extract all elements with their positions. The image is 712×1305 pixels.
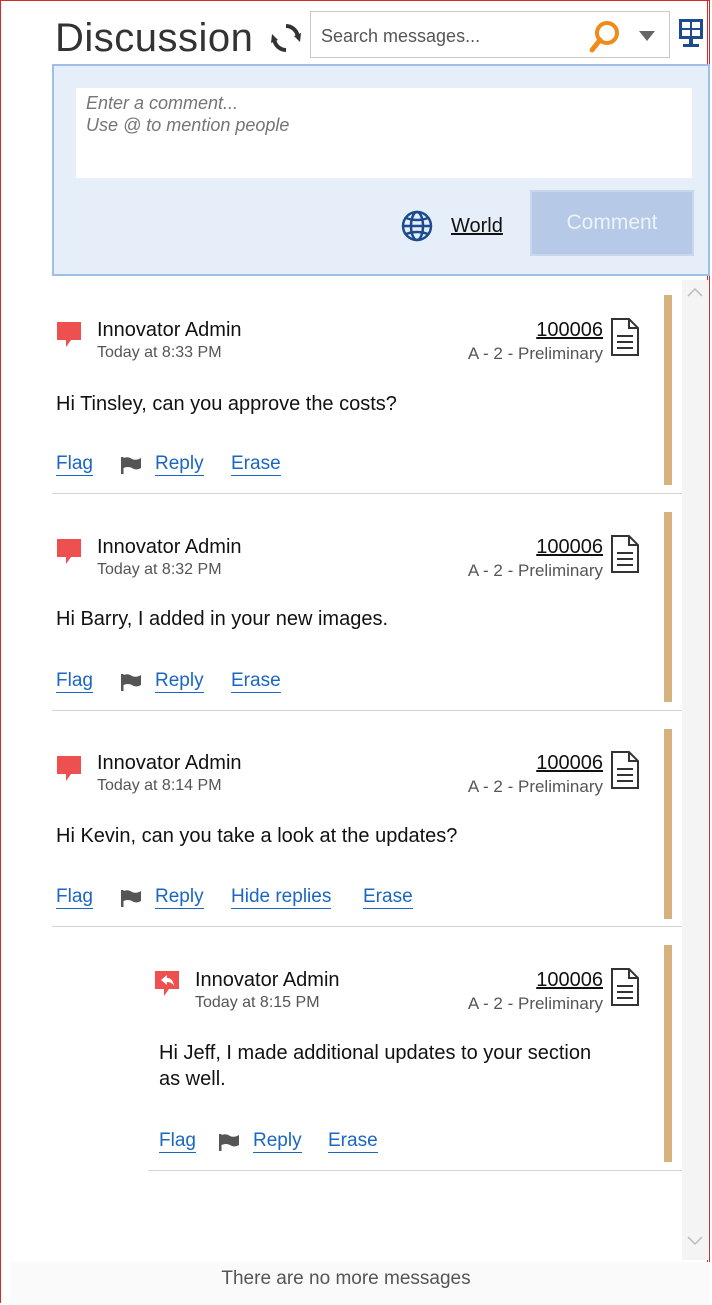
message-author: Innovator Admin (97, 752, 242, 774)
reply-link[interactable]: Reply (253, 1130, 302, 1153)
flag-icon[interactable] (120, 673, 142, 691)
document-icon[interactable] (610, 750, 640, 790)
scroll-down-icon[interactable] (687, 1236, 703, 1246)
message-time: Today at 8:32 PM (97, 561, 222, 578)
message-accent-bar (664, 945, 672, 1162)
item-state: A - 2 - Preliminary (467, 777, 603, 796)
message-time: Today at 8:15 PM (195, 994, 320, 1011)
message-divider (52, 710, 682, 711)
message-time: Today at 8:33 PM (97, 344, 222, 361)
reply-link[interactable]: Reply (155, 670, 204, 693)
comment-icon (57, 756, 81, 781)
scrollbar[interactable] (682, 280, 708, 1260)
search-input[interactable] (319, 22, 593, 50)
reply-link[interactable]: Reply (155, 453, 204, 476)
reply-comment-icon (155, 971, 179, 996)
message-author: Innovator Admin (195, 969, 340, 991)
erase-link[interactable]: Erase (363, 886, 413, 909)
message-divider (52, 926, 682, 927)
message-text: Hi Tinsley, can you approve the costs? (56, 393, 397, 415)
reply-link[interactable]: Reply (155, 886, 204, 909)
message-accent-bar (664, 729, 672, 919)
flag-icon[interactable] (120, 889, 142, 907)
end-of-messages-text: There are no more messages (221, 1268, 471, 1289)
erase-link[interactable]: Erase (231, 453, 281, 476)
item-number-link[interactable]: 100006 (536, 969, 603, 992)
chevron-down-icon[interactable] (638, 30, 656, 42)
flag-link[interactable]: Flag (56, 670, 93, 693)
scroll-up-icon[interactable] (687, 287, 703, 297)
item-state: A - 2 - Preliminary (467, 561, 603, 580)
erase-link[interactable]: Erase (328, 1130, 378, 1153)
message-time: Today at 8:14 PM (97, 777, 222, 794)
monitor-icon[interactable] (678, 18, 704, 48)
visibility-link[interactable]: World (451, 215, 503, 238)
flag-link[interactable]: Flag (56, 453, 93, 476)
hide-replies-link[interactable]: Hide replies (231, 886, 332, 909)
comment-icon (57, 322, 81, 347)
flag-icon[interactable] (218, 1133, 240, 1151)
search-icon[interactable] (588, 20, 622, 54)
document-icon[interactable] (610, 967, 640, 1007)
flag-link[interactable]: Flag (159, 1130, 196, 1153)
flag-icon[interactable] (120, 456, 142, 474)
comment-input[interactable] (76, 88, 692, 178)
comment-button[interactable]: Comment (530, 190, 694, 256)
message-author: Innovator Admin (97, 319, 242, 341)
item-number-link[interactable]: 100006 (536, 536, 603, 559)
message-divider (52, 493, 682, 494)
globe-icon[interactable] (400, 209, 434, 243)
message-accent-bar (664, 512, 672, 702)
document-icon[interactable] (610, 534, 640, 574)
item-state: A - 2 - Preliminary (467, 344, 603, 363)
item-number-link[interactable]: 100006 (536, 319, 603, 342)
message-author: Innovator Admin (97, 536, 242, 558)
refresh-icon[interactable] (270, 22, 302, 54)
document-icon[interactable] (610, 317, 640, 357)
erase-link[interactable]: Erase (231, 670, 281, 693)
item-state: A - 2 - Preliminary (467, 994, 603, 1013)
comment-composer: World Comment (52, 64, 710, 276)
item-number-link[interactable]: 100006 (536, 752, 603, 775)
panel-title: Discussion (55, 16, 254, 60)
flag-link[interactable]: Flag (56, 886, 93, 909)
message-accent-bar (664, 295, 672, 485)
message-divider (148, 1170, 682, 1171)
comment-icon (57, 539, 81, 564)
message-text: Hi Barry, I added in your new images. (56, 608, 389, 630)
message-text: Hi Jeff, I made additional updates to yo… (159, 1042, 592, 1090)
message-text: Hi Kevin, can you take a look at the upd… (56, 825, 458, 847)
